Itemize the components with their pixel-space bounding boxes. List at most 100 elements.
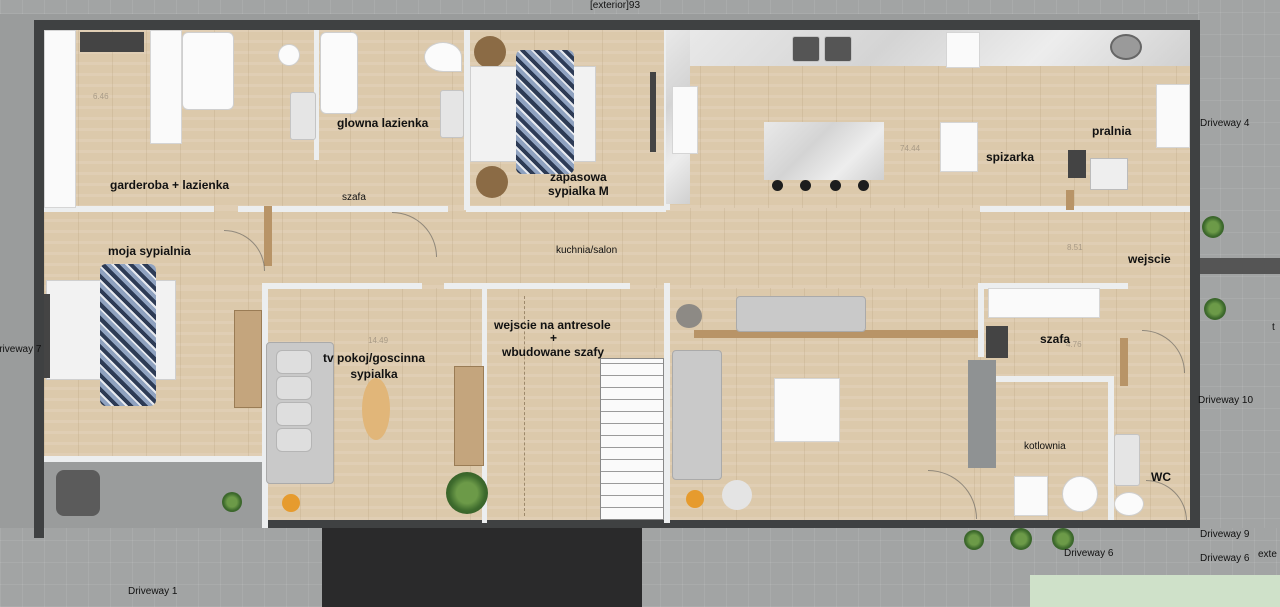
bathtub-garderoba xyxy=(182,32,234,110)
sink-wc xyxy=(1114,434,1140,486)
outer-wall-top xyxy=(34,20,1198,30)
room-label-antresole-1: wejscie na antresole xyxy=(494,318,611,332)
plant-tv xyxy=(446,472,488,514)
tv-zapasowa xyxy=(650,72,656,152)
rug-1 xyxy=(474,36,506,68)
beam-3 xyxy=(1120,338,1128,386)
boiler-box xyxy=(1014,476,1048,516)
wall-h5 xyxy=(444,283,630,289)
wall-hall-3 xyxy=(994,376,1114,382)
stool-1 xyxy=(772,180,783,191)
wall-hall-2 xyxy=(978,283,984,357)
tv-unit xyxy=(454,366,484,466)
room-label-pralnia: pralnia xyxy=(1092,124,1132,138)
wall-h4 xyxy=(262,283,422,289)
room-label-glowna-lazienka: glowna lazienka xyxy=(337,116,429,130)
cushion-b xyxy=(276,376,312,400)
hall-coat xyxy=(986,326,1008,358)
cushion-a xyxy=(276,350,312,374)
staircase xyxy=(600,358,664,520)
area-tag: 14.49 xyxy=(368,336,389,345)
stool-orange xyxy=(282,494,300,512)
wall-h3 xyxy=(466,206,666,212)
room-label-szafa-hall: szafa xyxy=(1040,332,1071,346)
kitchen-sink-right xyxy=(824,36,852,62)
chimney xyxy=(968,360,996,468)
room-label-kuchnia-salon: kuchnia/salon xyxy=(556,245,618,256)
driveway-9-label: Driveway 9 xyxy=(1200,529,1250,540)
garden-lawn xyxy=(1030,575,1280,607)
fridge xyxy=(672,86,698,154)
armchair xyxy=(56,470,100,516)
cushion-d xyxy=(276,428,312,452)
headboard-moja xyxy=(44,294,50,378)
tv-shelf xyxy=(80,32,144,52)
plant-ext-5 xyxy=(1052,528,1074,550)
driveway-1-label: Driveway 1 xyxy=(128,586,178,597)
blanket-moja xyxy=(100,264,156,406)
boiler-round xyxy=(1062,476,1098,512)
room-label-zapasowa: zapasowa sypialka M xyxy=(548,170,609,198)
stool-orange-2 xyxy=(686,490,704,508)
plant-ext-2 xyxy=(1204,298,1226,320)
plant-ext-4 xyxy=(1010,528,1032,550)
stool-2 xyxy=(800,180,811,191)
outer-wall-bottom xyxy=(262,520,1200,528)
kitchen-island xyxy=(764,122,884,180)
room-label-szafa-small: szafa xyxy=(342,192,366,203)
room-label-wc: WC xyxy=(1151,470,1171,484)
sink-garderoba xyxy=(290,92,316,140)
wall-v6 xyxy=(664,283,670,523)
room-label-antresole-plus: + xyxy=(550,331,558,345)
wardrobe-white xyxy=(150,30,182,144)
room-label-antresole-2: wbudowane szafy xyxy=(502,345,605,359)
sofa-salon-left xyxy=(672,350,722,480)
laundry-basket xyxy=(1068,150,1086,178)
dresser-moja xyxy=(234,310,262,408)
rug-2 xyxy=(476,166,508,198)
kitchen-sink-left xyxy=(792,36,820,62)
plant-ext-3 xyxy=(964,530,984,550)
pouf-salon xyxy=(722,480,752,510)
coffee-table-oval xyxy=(362,378,390,440)
beam-4 xyxy=(1066,190,1074,210)
exterior-top-label: [exterior]93 xyxy=(590,0,641,11)
exterior-door-right xyxy=(1198,258,1280,274)
room-label-wejscie: wejscie xyxy=(1128,252,1171,266)
room-label-spizarka: spizarka xyxy=(986,150,1035,164)
driveway-6-label-right: Driveway 6 xyxy=(1200,553,1250,564)
room-label-kotlownia: kotlownia xyxy=(1024,441,1066,452)
driveway-6-label: Driveway 6 xyxy=(1064,548,1114,559)
dishwasher xyxy=(946,32,980,68)
bathtub-glowna xyxy=(320,32,358,114)
washer xyxy=(1110,34,1142,60)
exterior-label-cut: exte xyxy=(1258,549,1277,560)
room-label-moja-sypialnia: moja sypialnia xyxy=(108,244,191,258)
pet-bed xyxy=(676,304,702,328)
blanket-zapasowa xyxy=(516,50,574,174)
sink-glowna xyxy=(440,90,464,138)
bath-glowna-corner xyxy=(424,42,462,72)
pantry-fridge xyxy=(940,122,978,172)
plant-1 xyxy=(222,492,242,512)
room-label-tv-pokoj: tv pokoj/goscinna sypialka xyxy=(323,351,426,381)
driveway-7-label: Driveway 7 xyxy=(0,344,42,355)
area-tag: 8.51 xyxy=(1067,243,1083,252)
laundry-cabinet xyxy=(1156,84,1190,148)
outer-wall-right xyxy=(1190,20,1200,528)
garage-roof xyxy=(322,528,642,607)
toilet-garderoba xyxy=(278,44,300,66)
outer-wall-left xyxy=(34,20,44,538)
driveway-10-label: Driveway 10 xyxy=(1198,395,1254,406)
exterior-label-edge: t xyxy=(1272,322,1275,333)
area-tag: 74.44 xyxy=(900,144,921,153)
stool-4 xyxy=(858,180,869,191)
cushion-c xyxy=(276,402,312,426)
wall-hall-5 xyxy=(980,206,1190,212)
sofa-salon-top xyxy=(736,296,866,332)
room-label-garderoba: garderoba + lazienka xyxy=(110,178,230,192)
beam-1 xyxy=(264,206,272,266)
driveway-4-label: Driveway 4 xyxy=(1200,118,1250,129)
wardrobe-left xyxy=(44,30,76,208)
wall-left-low xyxy=(44,456,264,462)
